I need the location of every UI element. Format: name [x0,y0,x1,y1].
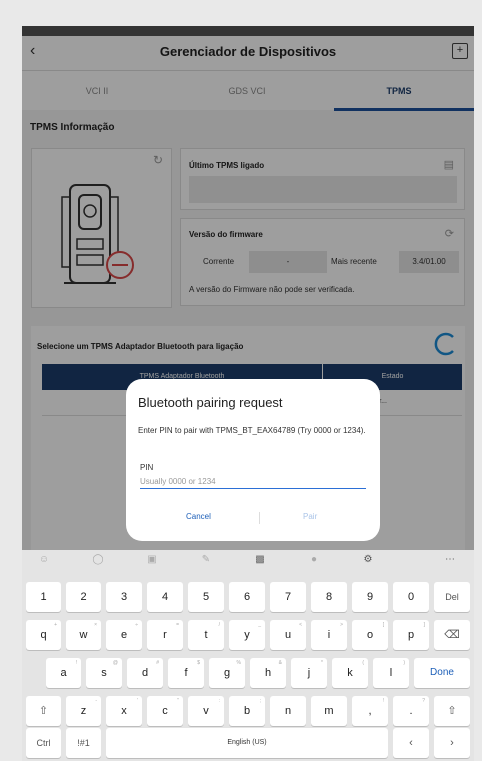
key-l[interactable]: l) [373,658,409,688]
pair-button[interactable]: Pair [303,512,317,521]
key-d[interactable]: d # [127,658,163,688]
key-1[interactable]: 1 [26,582,61,612]
backspace-key[interactable]: ⌫ [434,620,470,650]
on-screen-keyboard: ☺ ◯ ▣ ✎ ▩ ● ⚙ ⋯ 1 2 3 4 5 6 7 8 9 0 Del … [22,550,474,761]
cancel-button[interactable]: Cancel [186,512,211,521]
key-x[interactable]: x ' [106,696,142,726]
key-m[interactable]: m [311,696,347,726]
key-q[interactable]: q + [26,620,61,650]
key-7[interactable]: 7 [270,582,306,612]
ctrl-key[interactable]: Ctrl [26,728,61,758]
key-6[interactable]: 6 [229,582,265,612]
key-0[interactable]: 0 [393,582,429,612]
key-a[interactable]: a! [46,658,81,688]
key-3[interactable]: 3 [106,582,142,612]
emoji-icon[interactable]: ☺ [34,554,54,570]
key-c[interactable]: c " [147,696,183,726]
cursor-left-key[interactable]: ‹ [393,728,429,758]
key-8[interactable]: 8 [311,582,347,612]
key-5[interactable]: 5 [188,582,224,612]
handwriting-icon[interactable]: ✎ [196,554,216,570]
key-v[interactable]: v: [188,696,224,726]
keyboard-row-numbers: 1 2 3 4 5 6 7 8 9 0 Del [22,582,474,616]
button-divider [259,512,260,524]
pin-input[interactable] [140,474,366,489]
gif-icon[interactable]: ▣ [142,554,162,570]
keyboard-row-bottom: Ctrl !#1 English (US) ‹ › [22,728,474,761]
keyboard-toolbar: ☺ ◯ ▣ ✎ ▩ ● ⚙ ⋯ [22,550,474,574]
key-n[interactable]: n [270,696,306,726]
key-4[interactable]: 4 [147,582,183,612]
shift-icon: ⇧ [38,705,49,717]
keyboard-row-asdf: a! s @ d # f $ g% h & j * k( l) Done [22,658,474,692]
key-9[interactable]: 9 [352,582,388,612]
cursor-right-key[interactable]: › [434,728,470,758]
keyboard-row-qwerty: q + w × e ÷ r = t / y _ u < i > o[ p] ⌫ [22,620,474,654]
key-i[interactable]: i > [311,620,347,650]
backspace-icon: ⌫ [444,629,460,641]
key-f[interactable]: f $ [168,658,204,688]
key-k[interactable]: k( [332,658,368,688]
key-e[interactable]: e ÷ [106,620,142,650]
dialog-title: Bluetooth pairing request [138,395,283,410]
key-w[interactable]: w × [66,620,101,650]
clipboard-icon[interactable]: ▩ [250,554,270,570]
dialog-message: Enter PIN to pair with TPMS_BT_EAX64789 … [138,426,366,435]
key-b[interactable]: b; [229,696,265,726]
key-s[interactable]: s @ [86,658,122,688]
chevron-left-icon: ‹ [409,737,413,749]
shift-icon: ⇧ [447,705,457,717]
key-t[interactable]: t / [188,620,224,650]
key-comma[interactable]: ,! [352,696,388,726]
key-p[interactable]: p] [393,620,429,650]
app-window: ‹ Gerenciador de Dispositivos + VCI II G… [22,26,474,761]
shift-key-left[interactable]: ⇧ [26,696,61,726]
key-g[interactable]: g% [209,658,245,688]
keyboard-row-zxcv: ⇧ z- x ' c " v: b; n m ,! .? ⇧ [22,696,474,730]
symbols-key[interactable]: !#1 [66,728,101,758]
pin-label: PIN [140,463,154,472]
mic-icon[interactable]: ● [304,554,324,570]
delete-key[interactable]: Del [434,582,470,612]
settings-icon[interactable]: ⚙ [358,554,378,570]
shift-key-right[interactable]: ⇧ [434,696,470,726]
key-h[interactable]: h & [250,658,286,688]
key-period[interactable]: .? [393,696,429,726]
bluetooth-pairing-dialog: Bluetooth pairing request Enter PIN to p… [126,379,380,541]
key-j[interactable]: j * [291,658,327,688]
key-y[interactable]: y _ [229,620,265,650]
key-2[interactable]: 2 [66,582,101,612]
done-key[interactable]: Done [414,658,470,688]
space-key[interactable]: English (US) [106,728,388,758]
chevron-right-icon: › [450,737,454,749]
key-r[interactable]: r = [147,620,183,650]
more-icon[interactable]: ⋯ [440,554,460,570]
key-z[interactable]: z- [66,696,101,726]
sticker-icon[interactable]: ◯ [88,554,108,570]
key-u[interactable]: u < [270,620,306,650]
key-o[interactable]: o[ [352,620,388,650]
